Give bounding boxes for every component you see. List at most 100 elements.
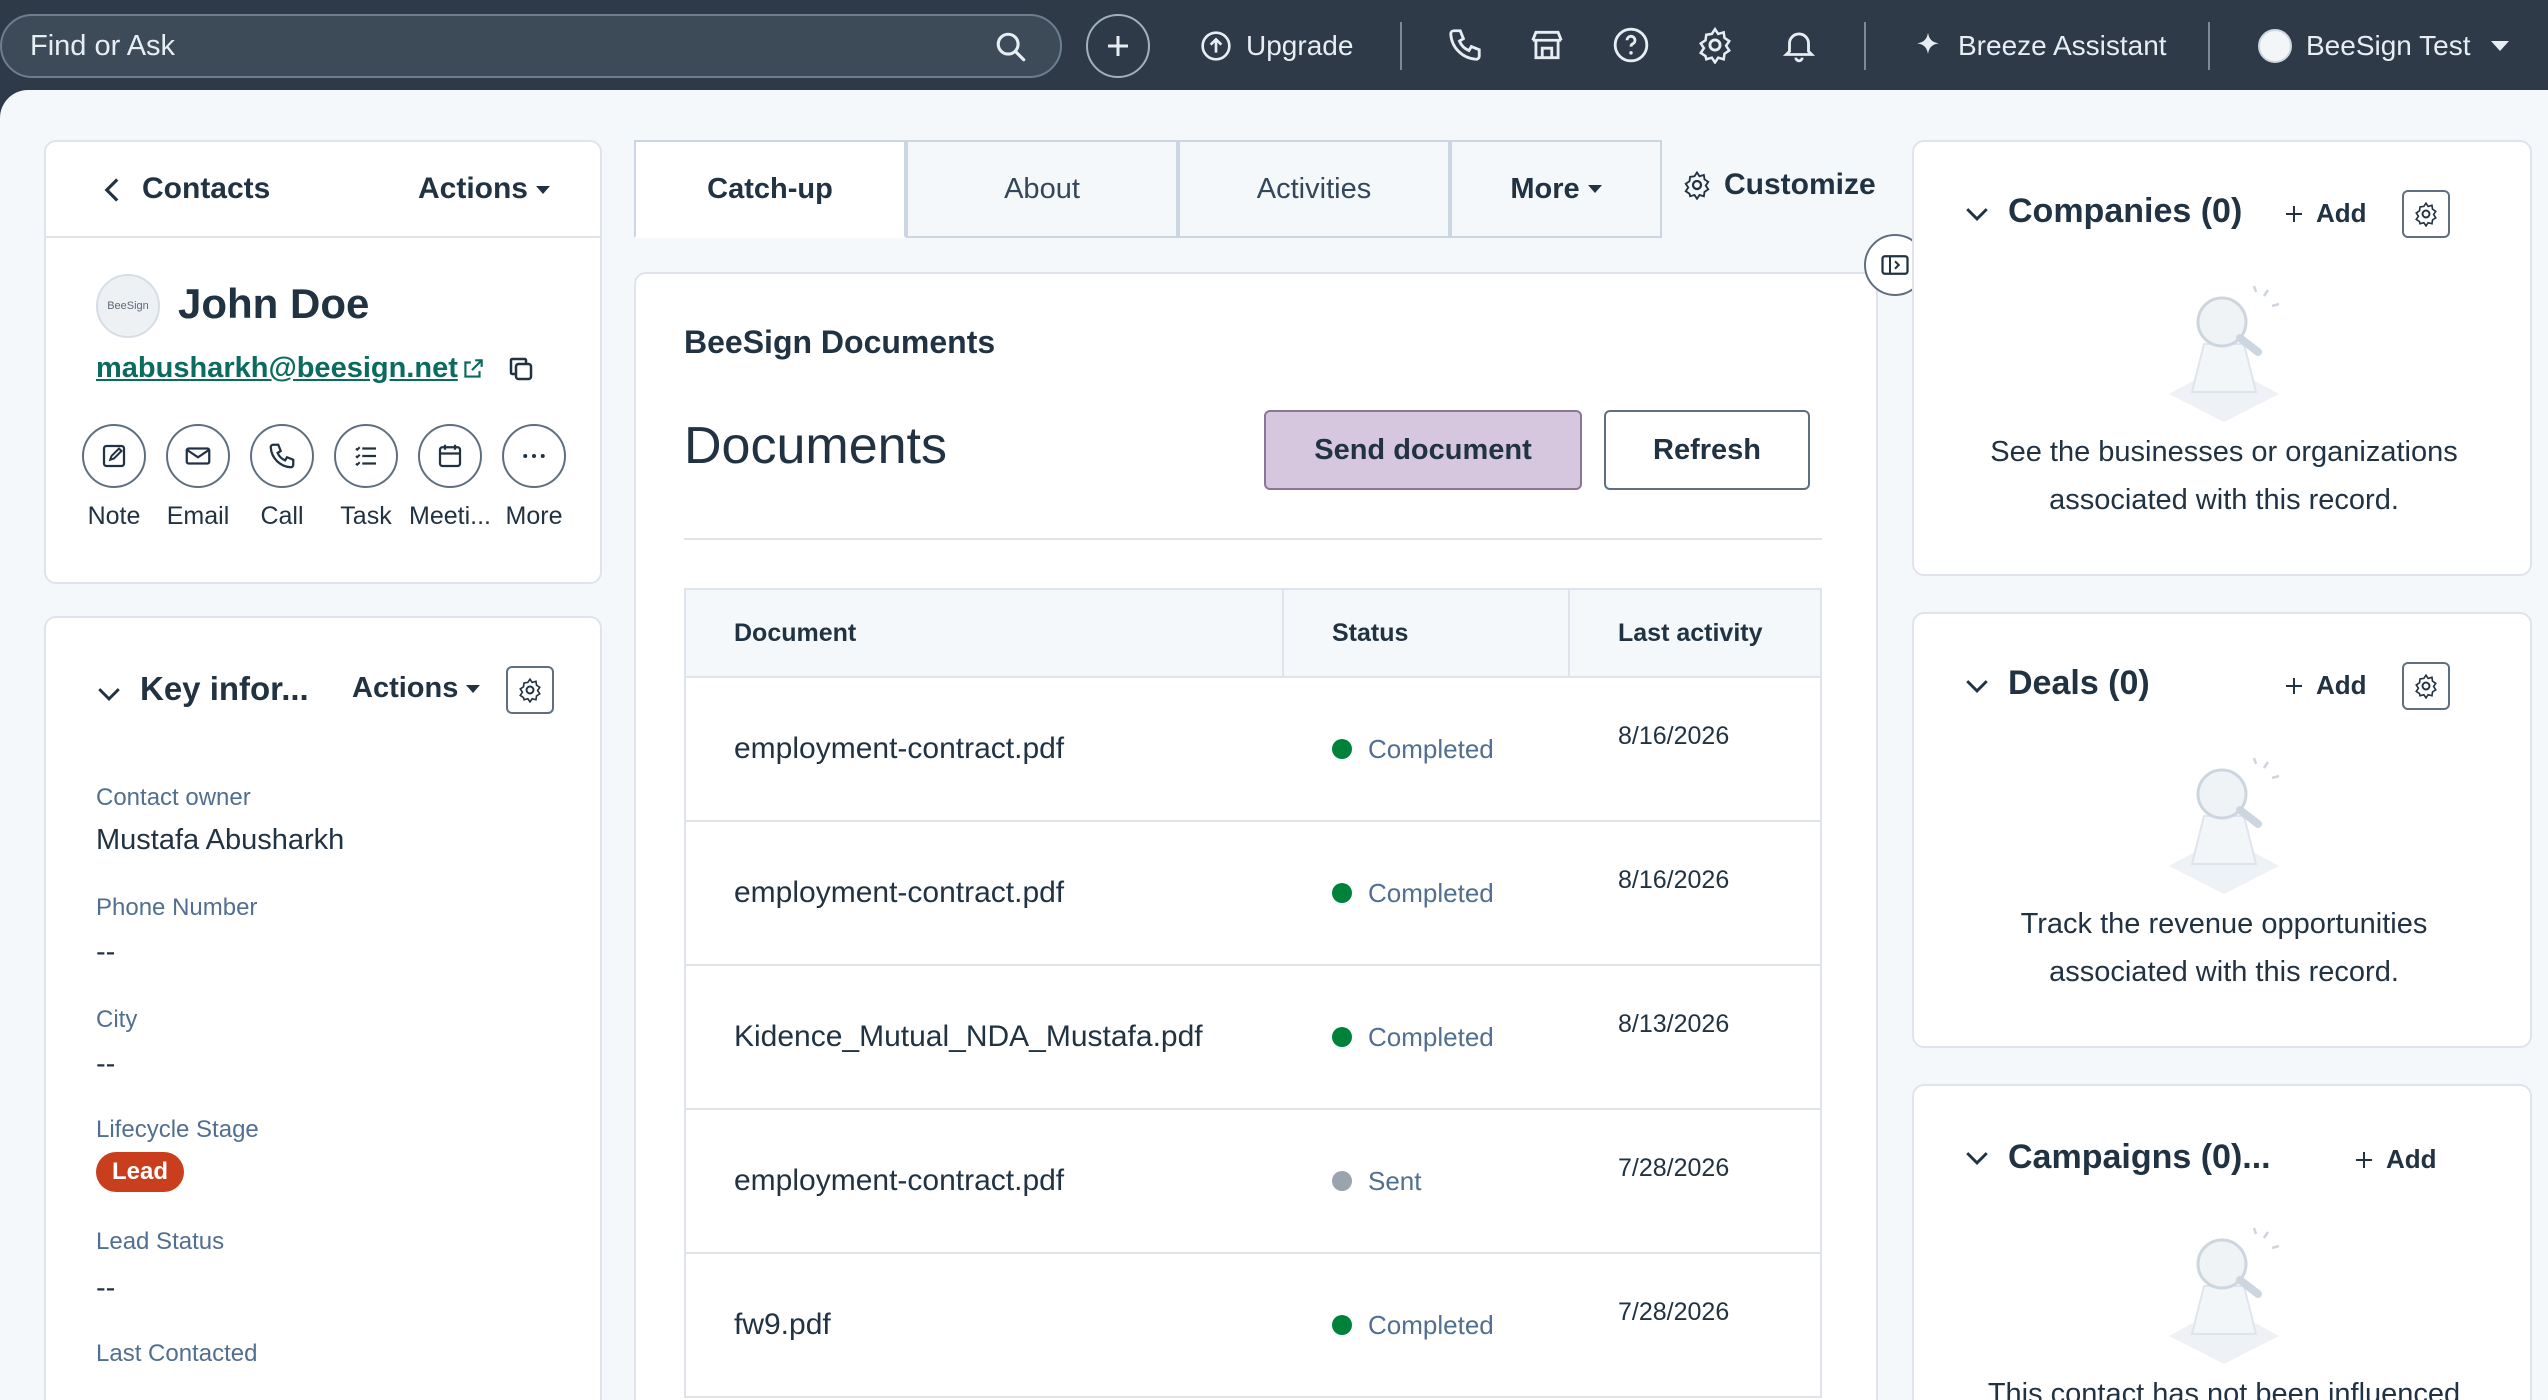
chevron-down-icon[interactable]: [1964, 204, 1990, 224]
task-list-icon: [355, 446, 376, 467]
lifecycle-stage-badge[interactable]: Lead: [96, 1152, 185, 1192]
note-button[interactable]: Note: [72, 424, 156, 531]
plus-icon: [2286, 677, 2302, 694]
last-contacted-label: Last Contacted: [96, 1340, 258, 1367]
document-name[interactable]: fw9.pdf: [686, 1254, 1284, 1396]
document-name[interactable]: Kidence_Mutual_NDA_Mustafa.pdf: [686, 966, 1284, 1108]
marketplace-icon[interactable]: [1528, 26, 1566, 64]
chevron-down-icon[interactable]: [1964, 1148, 1990, 1168]
divider: [684, 538, 1822, 540]
status-label: Completed: [1368, 1309, 1494, 1340]
search-input[interactable]: Find or Ask: [0, 14, 1062, 78]
phone-number-label: Phone Number: [96, 894, 258, 921]
meeting-label: Meeti...: [409, 502, 491, 530]
key-info-settings-button[interactable]: [506, 666, 554, 714]
account-menu[interactable]: BeeSign Test: [2258, 22, 2509, 70]
companies-card: Companies (0) Add See the businesses or …: [1912, 140, 2532, 576]
table-header-row: Document Status Last activity: [686, 590, 1820, 678]
magnifier-illustration-icon: [2169, 1227, 2280, 1364]
add-label: Add: [2316, 670, 2367, 700]
call-label: Call: [260, 502, 304, 530]
tab-about[interactable]: About: [906, 140, 1178, 238]
phone-icon: [269, 443, 295, 469]
document-name[interactable]: employment-contract.pdf: [686, 1110, 1284, 1252]
table-row[interactable]: fw9.pdf Completed 7/28/2026: [686, 1254, 1820, 1396]
plus-icon: [1108, 36, 1128, 56]
note-label: Note: [87, 502, 141, 530]
contact-owner-value[interactable]: Mustafa Abusharkh: [96, 824, 344, 857]
upgrade-button[interactable]: Upgrade: [1200, 22, 1353, 70]
copy-icon[interactable]: [506, 354, 536, 384]
send-document-button[interactable]: Send document: [1264, 410, 1582, 490]
profile-card: Contacts Actions BeeSign John Doe mabush…: [44, 140, 602, 584]
email-button[interactable]: Email: [156, 424, 240, 531]
status-label: Completed: [1368, 1021, 1494, 1052]
settings-icon[interactable]: [1696, 26, 1734, 64]
add-campaign-button[interactable]: Add: [2352, 1144, 2437, 1175]
city-value[interactable]: --: [96, 1048, 115, 1081]
chevron-left-icon[interactable]: [100, 176, 124, 204]
lead-status-label: Lead Status: [96, 1228, 225, 1255]
phone-number-value[interactable]: --: [96, 936, 115, 969]
add-deal-button[interactable]: Add: [2282, 670, 2367, 701]
document-name[interactable]: employment-contract.pdf: [686, 678, 1284, 820]
task-button[interactable]: Task: [324, 424, 408, 531]
email-icon: [185, 447, 211, 465]
documents-table: Document Status Last activity employment…: [684, 588, 1822, 1398]
column-header-document[interactable]: Document: [686, 590, 1284, 676]
beesign-documents-card: BeeSign Documents Documents Send documen…: [634, 272, 1878, 1400]
calendar-icon: [438, 444, 462, 468]
key-information-card: Key infor... Actions Contact owner Musta…: [44, 616, 602, 1400]
caret-down-icon: [536, 186, 550, 195]
notifications-bell-icon[interactable]: [1780, 26, 1818, 64]
key-info-actions-dropdown[interactable]: Actions: [352, 672, 481, 705]
key-information-title[interactable]: Key infor...: [140, 670, 309, 708]
upgrade-icon: [1201, 31, 1231, 61]
breadcrumb-contacts[interactable]: Contacts: [142, 172, 270, 206]
companies-title[interactable]: Companies (0): [2008, 192, 2242, 231]
companies-settings-button[interactable]: [2402, 190, 2450, 238]
campaigns-card: Campaigns (0)... Add This contact has no…: [1912, 1084, 2532, 1400]
chevron-down-icon[interactable]: [1964, 676, 1990, 696]
task-label: Task: [340, 502, 392, 530]
last-activity-date: 7/28/2026: [1618, 1154, 1730, 1182]
tab-activities[interactable]: Activities: [1178, 140, 1450, 238]
last-activity-date: 8/16/2026: [1618, 722, 1730, 750]
magnifier-illustration-icon: [2169, 757, 2280, 894]
table-row[interactable]: employment-contract.pdf Sent 7/28/2026: [686, 1110, 1820, 1254]
tab-more-label: More: [1510, 172, 1580, 205]
deals-title[interactable]: Deals (0): [2008, 664, 2150, 703]
refresh-button[interactable]: Refresh: [1604, 410, 1810, 490]
status-dot-completed: [1332, 883, 1352, 903]
campaigns-title[interactable]: Campaigns (0)...: [2008, 1138, 2271, 1177]
status-dot-sent: [1332, 1171, 1352, 1191]
add-company-button[interactable]: Add: [2282, 198, 2367, 229]
external-link-icon[interactable]: [460, 356, 486, 382]
table-row[interactable]: employment-contract.pdf Completed 8/16/2…: [686, 678, 1820, 822]
tab-more-dropdown[interactable]: More: [1450, 140, 1662, 238]
last-contacted-value[interactable]: --: [96, 1384, 115, 1400]
customize-button[interactable]: Customize: [1682, 168, 1876, 202]
profile-actions-dropdown[interactable]: Actions: [418, 172, 550, 206]
meeting-button[interactable]: Meeti...: [408, 424, 492, 531]
status-label: Completed: [1368, 877, 1494, 908]
chevron-down-icon[interactable]: [96, 684, 122, 704]
search-icon[interactable]: [994, 30, 1028, 64]
column-header-last-activity[interactable]: Last activity: [1570, 590, 1820, 676]
more-actions-button[interactable]: More: [492, 424, 576, 531]
plus-icon: [2286, 205, 2302, 222]
column-header-status[interactable]: Status: [1284, 590, 1570, 676]
table-row[interactable]: employment-contract.pdf Completed 8/16/2…: [686, 822, 1820, 966]
create-new-button[interactable]: [1086, 14, 1150, 78]
contact-email-link[interactable]: mabusharkh@beesign.net: [96, 352, 458, 385]
document-name[interactable]: employment-contract.pdf: [686, 822, 1284, 964]
deals-settings-button[interactable]: [2402, 662, 2450, 710]
phone-icon[interactable]: [1446, 26, 1484, 64]
help-icon[interactable]: [1612, 26, 1650, 64]
profile-card-header: Contacts Actions: [46, 142, 600, 238]
tab-catch-up[interactable]: Catch-up: [634, 140, 906, 238]
breeze-assistant-button[interactable]: Breeze Assistant: [1912, 22, 2167, 70]
call-button[interactable]: Call: [240, 424, 324, 531]
table-row[interactable]: Kidence_Mutual_NDA_Mustafa.pdf Completed…: [686, 966, 1820, 1110]
lead-status-value[interactable]: --: [96, 1272, 115, 1305]
